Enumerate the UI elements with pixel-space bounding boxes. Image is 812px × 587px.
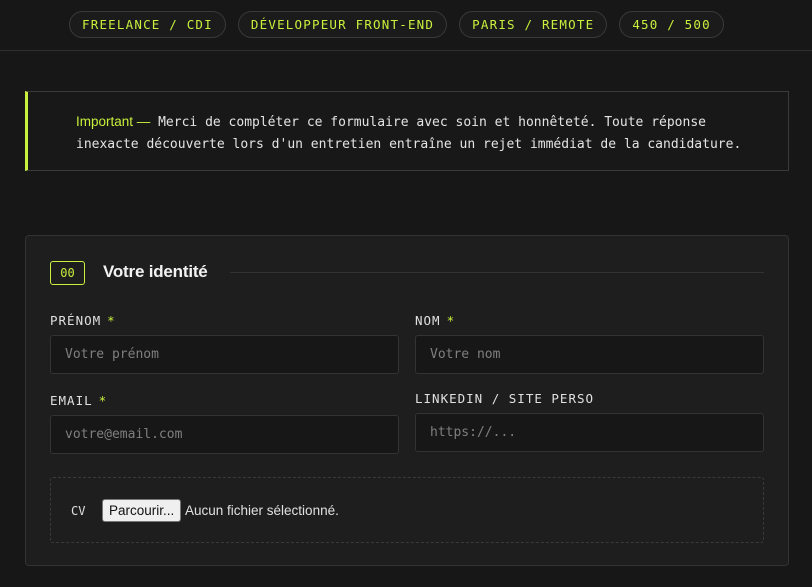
section-divider bbox=[230, 272, 764, 273]
identity-section: 00 Votre identité PRÉNOM * NOM * EMAIL * LI… bbox=[25, 235, 789, 566]
email-label: EMAIL * bbox=[50, 393, 107, 408]
required-marker: * bbox=[107, 313, 116, 328]
top-bar: FREELANCE / CDI DÉVELOPPEUR FRONT-END PA… bbox=[0, 0, 812, 51]
section-title: Votre identité bbox=[103, 262, 208, 281]
file-status-text: Aucun fichier sélectionné. bbox=[185, 503, 339, 518]
tag-contract-type: FREELANCE / CDI bbox=[69, 11, 226, 38]
job-tags: FREELANCE / CDI DÉVELOPPEUR FRONT-END PA… bbox=[69, 11, 724, 38]
cv-upload-zone[interactable]: CV Parcourir... Aucun fichier sélectionn… bbox=[50, 477, 764, 543]
tag-job-title: DÉVELOPPEUR FRONT-END bbox=[237, 11, 448, 38]
tag-salary: 450 / 500 bbox=[619, 11, 724, 38]
first-name-label: PRÉNOM * bbox=[50, 313, 116, 328]
browse-button[interactable]: Parcourir... bbox=[102, 499, 182, 522]
notice-text-1: Merci de compléter ce formulaire avec so… bbox=[150, 115, 706, 130]
email-label-text: EMAIL bbox=[50, 393, 93, 408]
last-name-label: NOM * bbox=[415, 313, 455, 328]
required-marker: * bbox=[98, 393, 108, 408]
notice-label: Important — bbox=[76, 114, 151, 129]
last-name-label-text: NOM bbox=[415, 313, 441, 328]
required-marker: * bbox=[446, 313, 456, 328]
first-name-label-text: PRÉNOM bbox=[50, 313, 102, 328]
notice-line-1: Important — Merci de compléter ce formul… bbox=[76, 111, 788, 134]
important-notice: Important — Merci de compléter ce formul… bbox=[25, 91, 789, 171]
cv-label: CV bbox=[71, 504, 86, 518]
website-input[interactable] bbox=[415, 413, 764, 452]
last-name-input[interactable] bbox=[415, 335, 764, 374]
tag-location: PARIS / REMOTE bbox=[459, 11, 608, 38]
notice-text-2: inexacte découverte lors d'un entretien … bbox=[76, 137, 742, 152]
website-label: LINKEDIN / SITE PERSO bbox=[415, 391, 595, 406]
first-name-input[interactable] bbox=[50, 335, 399, 374]
email-input[interactable] bbox=[50, 415, 399, 454]
section-number: 00 bbox=[50, 261, 85, 285]
